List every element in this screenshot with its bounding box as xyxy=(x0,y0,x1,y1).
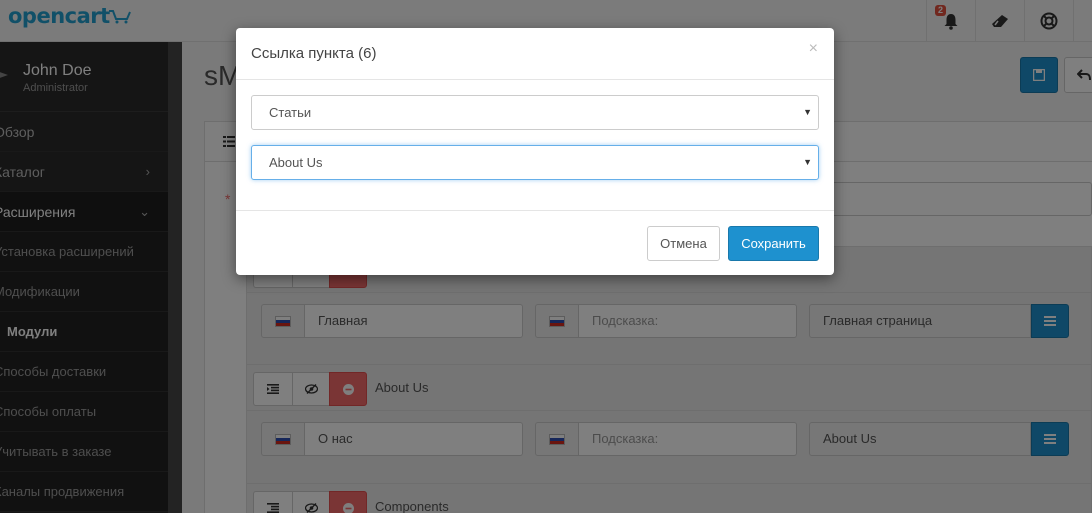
link-modal: Ссылка пункта (6) × Статьи ▼ About Us ▼ … xyxy=(236,28,834,275)
close-icon[interactable]: × xyxy=(809,41,818,57)
modal-title: Ссылка пункта (6) xyxy=(251,45,377,62)
cancel-button[interactable]: Отмена xyxy=(647,226,720,261)
modal-header: Ссылка пункта (6) × xyxy=(236,28,834,80)
link-type-value: Статьи xyxy=(269,105,312,120)
modal-body: Статьи ▼ About Us ▼ xyxy=(236,80,834,210)
caret-down-icon: ▼ xyxy=(803,157,812,167)
save-modal-button[interactable]: Сохранить xyxy=(728,226,819,261)
link-type-select[interactable]: Статьи ▼ xyxy=(251,95,819,130)
caret-down-icon: ▼ xyxy=(803,107,812,117)
link-item-select[interactable]: About Us ▼ xyxy=(251,145,819,180)
modal-footer: Отмена Сохранить xyxy=(236,210,834,275)
link-item-value: About Us xyxy=(269,155,323,170)
